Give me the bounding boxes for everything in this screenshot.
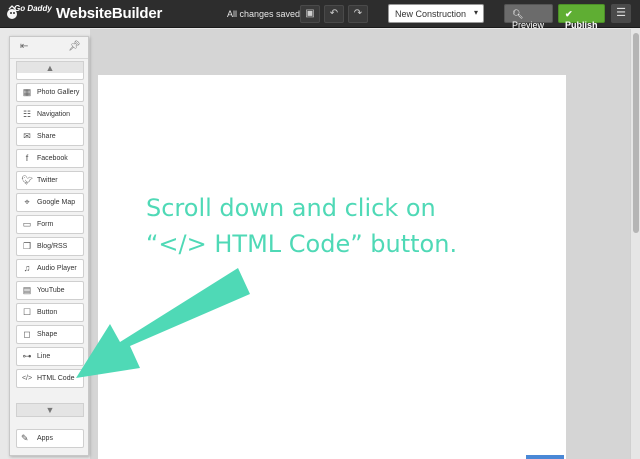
widget-label: Twitter: [37, 177, 58, 184]
shape-icon: ◻: [23, 329, 31, 339]
undo-icon: ↶: [329, 8, 339, 19]
widget-button-photo-gallery[interactable]: ▦ Photo Gallery: [16, 83, 84, 102]
widget-label: Blog/RSS: [37, 243, 68, 250]
check-icon: ✔: [565, 9, 573, 19]
widget-label: Navigation: [37, 111, 71, 118]
line-icon: ⊶: [22, 351, 32, 361]
widget-button-twitter[interactable]: 🐦︎ Twitter: [16, 171, 84, 190]
facebook-icon: f: [25, 153, 29, 163]
history-icon: ▣: [305, 8, 315, 19]
chevron-down-icon: ▾: [473, 8, 478, 17]
instruction-line-1: Scroll down and click on: [146, 194, 436, 222]
widget-button-facebook[interactable]: f Facebook: [16, 149, 84, 168]
search-icon: 🔍︎: [512, 9, 524, 19]
publish-button[interactable]: ✔ Publish: [558, 4, 605, 30]
film-icon: ▤: [22, 285, 32, 295]
widget-label: Slideshow: [37, 73, 69, 74]
collapse-panel-icon[interactable]: ⇤: [20, 41, 28, 52]
app-title-rest: Builder: [111, 5, 163, 22]
widget-label: YouTube: [37, 287, 65, 294]
widget-label: Share: [37, 133, 56, 140]
app-title-bold: Website: [56, 5, 112, 22]
button-icon: ☐: [22, 307, 32, 317]
hamburger-icon: ☰: [616, 7, 626, 19]
map-icon: ⌖: [24, 197, 30, 207]
apps-label: Apps: [37, 435, 53, 442]
menu-button[interactable]: ☰: [611, 4, 631, 23]
widget-button-form[interactable]: ▭ Form: [16, 215, 84, 234]
widget-panel: ⇤ 📌︎ ▲ ▭ Slideshow ▦ Photo Gallery ☷ Navigati…: [9, 36, 89, 456]
instruction-text: Scroll down and click on “</> HTML Code”…: [146, 190, 526, 262]
form-icon: ▭: [22, 219, 32, 229]
widget-button-navigation[interactable]: ☷ Navigation: [16, 105, 84, 124]
gallery-icon: ▦: [22, 87, 32, 97]
app-title: WebsiteBuilder: [56, 5, 162, 22]
widget-button-blog-rss[interactable]: ❐ Blog/RSS: [16, 237, 84, 256]
widget-button-google-map[interactable]: ⌖ Google Map: [16, 193, 84, 212]
redo-button[interactable]: ↷: [348, 5, 368, 23]
logo-text: Go Daddy: [14, 4, 52, 13]
vertical-scrollbar[interactable]: [630, 29, 640, 459]
widget-button-share[interactable]: ✉ Share: [16, 127, 84, 146]
rss-icon: ❐: [22, 241, 32, 251]
widget-label: Button: [37, 309, 58, 316]
widget-button-slideshow[interactable]: ▭ Slideshow: [16, 73, 84, 80]
share-icon: ✉: [23, 131, 31, 141]
chevron-down-icon: ▼: [45, 405, 55, 415]
top-toolbar: Go Daddy WebsiteBuilder All changes save…: [0, 0, 640, 30]
apps-icon: ✎: [21, 433, 29, 443]
widget-label: Google Map: [37, 199, 76, 206]
scroll-down-button[interactable]: ▼: [16, 403, 84, 417]
widget-label: HTML Code: [37, 375, 75, 382]
undo-button[interactable]: ↶: [324, 5, 344, 23]
history-button[interactable]: ▣: [300, 5, 320, 23]
widget-label: Shape: [37, 331, 58, 338]
widget-label: Form: [37, 221, 54, 228]
widget-label: Line: [37, 353, 51, 360]
widget-label: Photo Gallery: [37, 89, 80, 96]
apps-button[interactable]: ✎ Apps: [16, 429, 84, 448]
slideshow-icon: ▭: [21, 73, 33, 76]
scrollbar-thumb[interactable]: [633, 33, 639, 233]
page-bottom-element[interactable]: [526, 455, 564, 459]
preview-button[interactable]: 🔍︎ Preview: [504, 4, 553, 30]
widget-label: Facebook: [37, 155, 68, 162]
music-icon: ♫: [23, 263, 31, 273]
pin-icon[interactable]: 📌︎: [68, 41, 81, 52]
instruction-line-2: “</> HTML Code” button.: [146, 230, 458, 258]
redo-icon: ↷: [353, 8, 363, 19]
pointer-arrow: [76, 268, 250, 378]
navigation-icon: ☷: [22, 109, 32, 119]
chevron-up-icon: ▲: [45, 63, 55, 73]
page-select-value: New Construction: [395, 9, 467, 19]
save-status: All changes saved: [227, 9, 301, 19]
panel-header: ⇤ 📌︎: [10, 37, 88, 59]
page-select[interactable]: New Construction ▾: [388, 4, 484, 23]
twitter-icon: 🐦︎: [21, 175, 33, 185]
code-icon: </>: [21, 375, 33, 382]
